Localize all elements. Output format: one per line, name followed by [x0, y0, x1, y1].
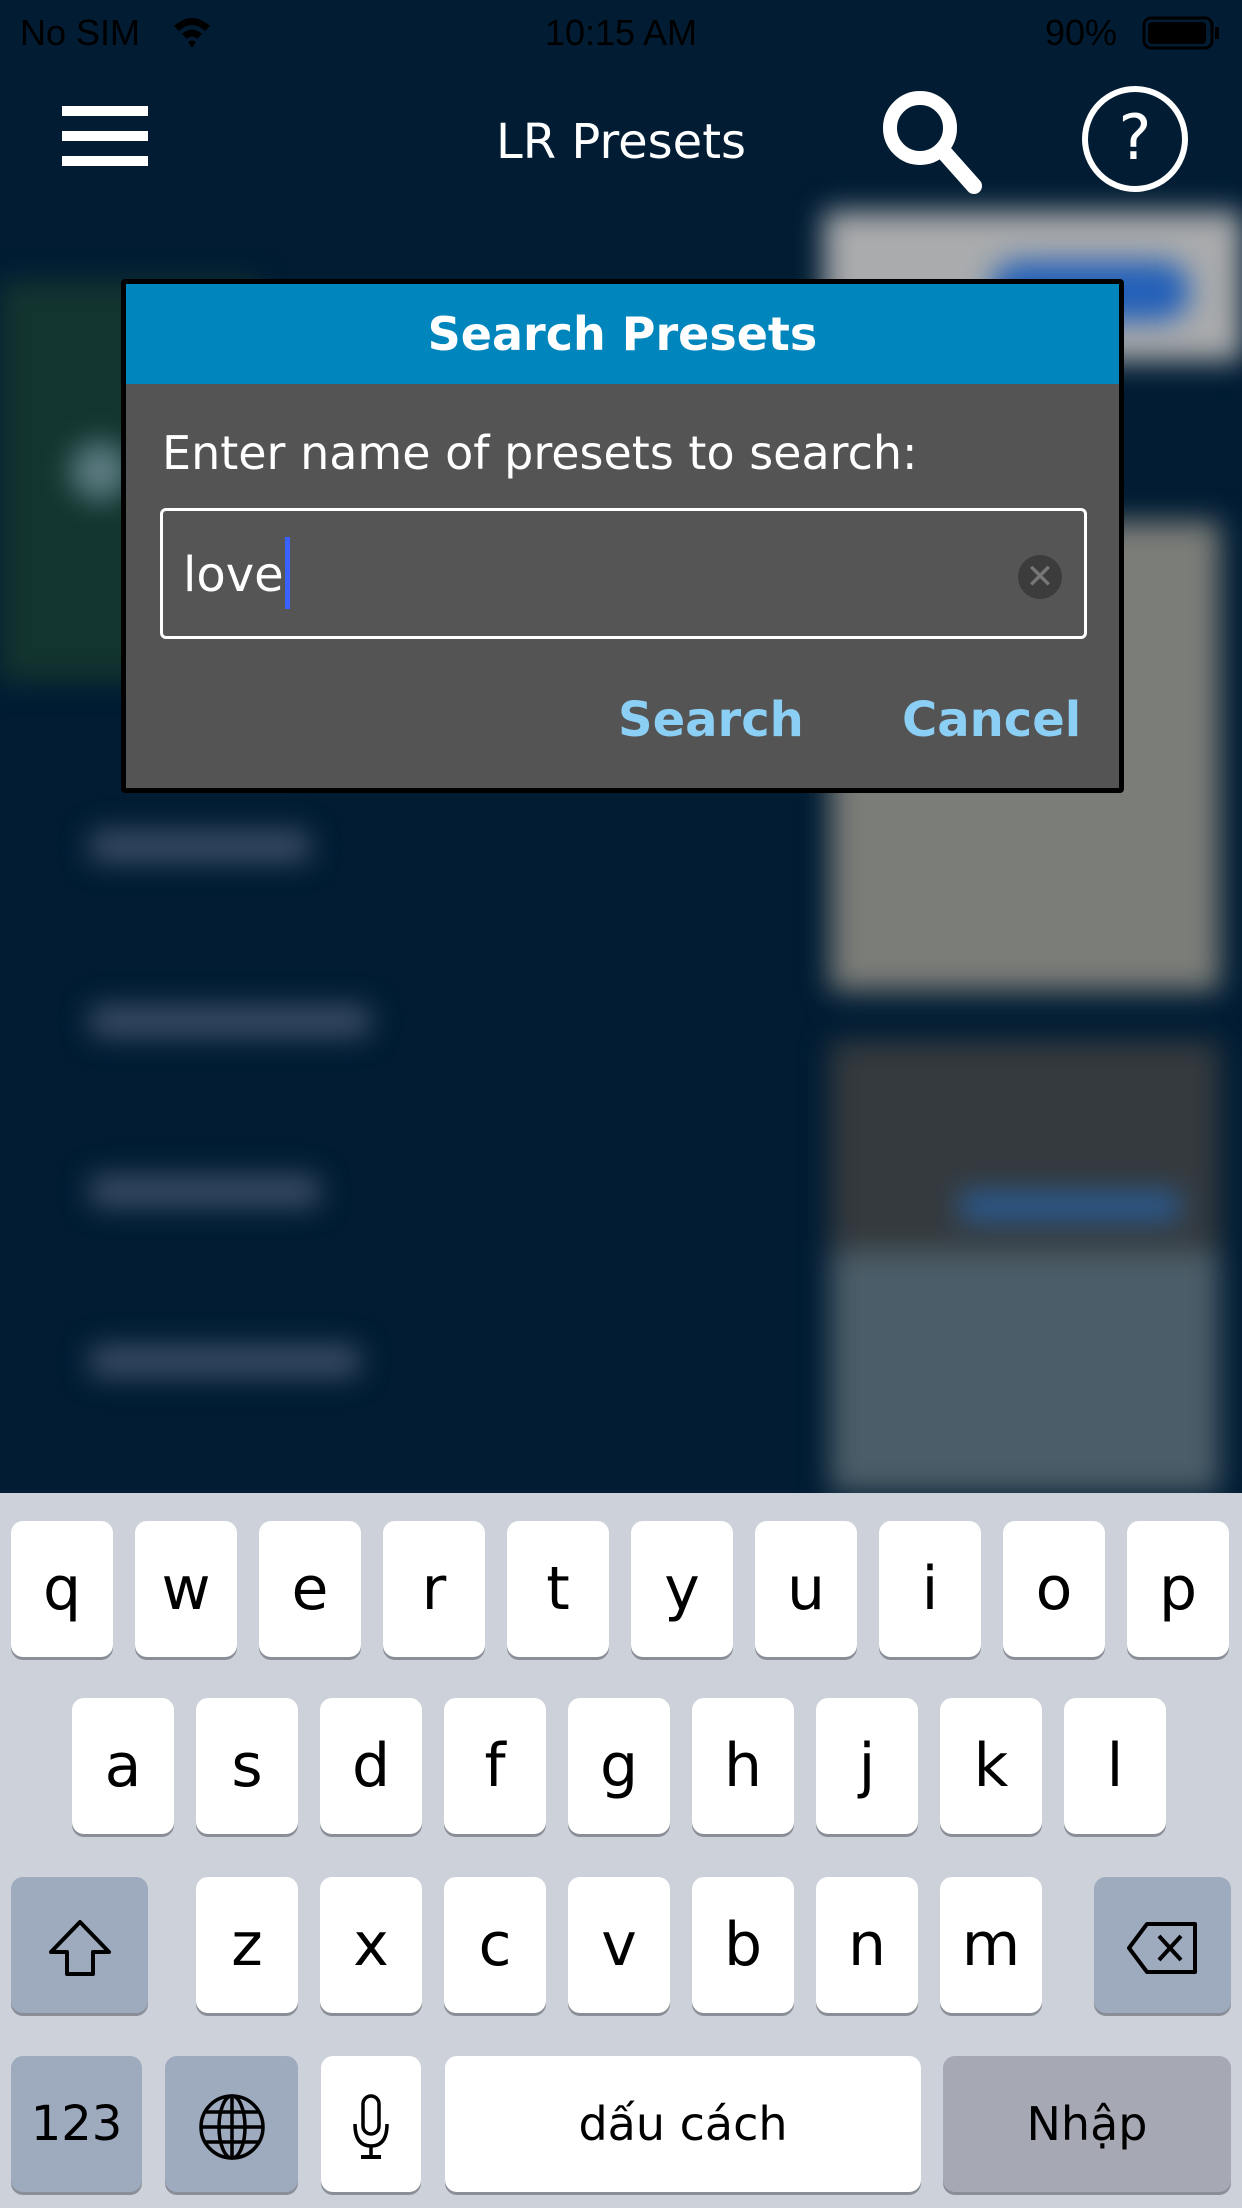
- key-m[interactable]: m: [940, 1877, 1042, 2013]
- text-caret: [284, 537, 290, 609]
- key-u[interactable]: u: [755, 1521, 857, 1657]
- help-icon[interactable]: ?: [1080, 84, 1190, 199]
- key-y[interactable]: y: [631, 1521, 733, 1657]
- battery-percent: 90%: [1045, 12, 1118, 53]
- clear-text-icon[interactable]: ✕: [1018, 555, 1062, 599]
- search-button[interactable]: Search: [618, 692, 804, 748]
- svg-text:?: ?: [1119, 101, 1152, 174]
- microphone-key[interactable]: [321, 2056, 421, 2192]
- key-w[interactable]: w: [135, 1521, 237, 1657]
- key-a[interactable]: a: [72, 1698, 174, 1834]
- key-l[interactable]: l: [1064, 1698, 1166, 1834]
- key-v[interactable]: v: [568, 1877, 670, 2013]
- key-o[interactable]: o: [1003, 1521, 1105, 1657]
- key-p[interactable]: p: [1127, 1521, 1229, 1657]
- key-t[interactable]: t: [507, 1521, 609, 1657]
- search-presets-dialog: Search Presets Enter name of presets to …: [121, 279, 1124, 793]
- return-key[interactable]: Nhập: [943, 2056, 1231, 2192]
- search-input[interactable]: love ✕: [160, 508, 1087, 639]
- key-h[interactable]: h: [692, 1698, 794, 1834]
- dialog-prompt: Enter name of presets to search:: [162, 426, 918, 480]
- key-f[interactable]: f: [444, 1698, 546, 1834]
- key-j[interactable]: j: [816, 1698, 918, 1834]
- key-i[interactable]: i: [879, 1521, 981, 1657]
- shift-key[interactable]: [11, 1877, 148, 2013]
- key-d[interactable]: d: [320, 1698, 422, 1834]
- backspace-key[interactable]: [1094, 1877, 1231, 2013]
- cancel-button[interactable]: Cancel: [902, 692, 1081, 748]
- key-c[interactable]: c: [444, 1877, 546, 2013]
- key-g[interactable]: g: [568, 1698, 670, 1834]
- key-r[interactable]: r: [383, 1521, 485, 1657]
- key-x[interactable]: x: [320, 1877, 422, 2013]
- keyboard: 123 dấu cách Nhập qwertyuiop asdfghjkl zxc…: [0, 1493, 1242, 2208]
- key-n[interactable]: n: [816, 1877, 918, 2013]
- search-input-value: love: [183, 547, 284, 603]
- globe-key[interactable]: [165, 2056, 298, 2192]
- key-z[interactable]: z: [196, 1877, 298, 2013]
- key-s[interactable]: s: [196, 1698, 298, 1834]
- search-icon[interactable]: [878, 86, 988, 201]
- numbers-key[interactable]: 123: [11, 2056, 142, 2192]
- space-key[interactable]: dấu cách: [445, 2056, 921, 2192]
- key-k[interactable]: k: [940, 1698, 1042, 1834]
- key-e[interactable]: e: [259, 1521, 361, 1657]
- key-b[interactable]: b: [692, 1877, 794, 2013]
- page-title: LR Presets: [495, 114, 747, 170]
- key-q[interactable]: q: [11, 1521, 113, 1657]
- status-bar: No SIM 10:15 AM 90%: [0, 0, 1242, 66]
- nav-bar: LR Presets ?: [0, 66, 1242, 211]
- dialog-title: Search Presets: [126, 284, 1119, 384]
- battery-icon: [1142, 16, 1222, 59]
